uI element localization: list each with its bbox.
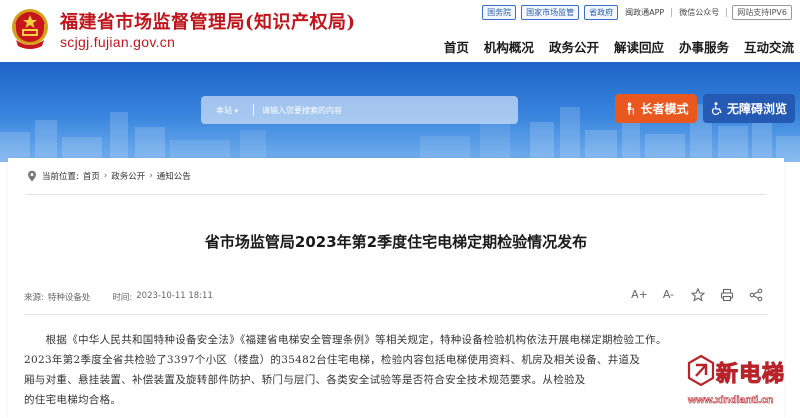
search-scope-label: 本站 [216,105,232,115]
watermark-name: 新电梯 [715,362,786,388]
font-smaller-button[interactable]: A- [660,286,677,303]
site-domain: scjgj.fujian.gov.cn [60,34,176,50]
breadcrumb-item-gov-info[interactable]: 政务公开 [111,170,145,182]
article-body: 根据《中华人民共和国特种设备安全法》《福建省电梯安全管理条例》等相关规定，特种设… [24,330,764,410]
search-scope-select[interactable]: 本站 ▾ [201,105,253,116]
share-button[interactable] [747,286,764,303]
link-state-council[interactable]: 国务院 [482,5,517,20]
article-meta: 来源: 特种设备处 时间: 2023-10-11 18:11 [24,291,213,303]
favorite-button[interactable] [689,286,706,303]
nav-item-interaction[interactable]: 互动交流 [744,37,794,56]
article-tools: A+ A- [631,286,764,303]
share-icon [749,288,762,301]
star-icon [690,287,705,302]
watermark: 新电梯 www.xindianti.cn [686,350,798,416]
article-panel: 当前位置: 首页 › 政务公开 › 通知公告 省市场监管局2023年第2季度住宅… [8,158,784,418]
time-value: 2023-10-11 18:11 [136,291,213,301]
article-line: 根据《中华人民共和国特种设备安全法》《福建省电梯安全管理条例》等相关规定，特种设… [24,334,667,346]
barrier-free-label: 无障碍浏览 [726,102,787,116]
source-label: 来源: [24,293,44,303]
top-links-bar: 国务院 国家市场监管 省政府 闽政通APP 微信公众号 网站支持IPV6 [482,5,792,20]
link-samr[interactable]: 国家市场监管 [521,5,580,20]
time-label: 时间: [112,293,133,303]
nav-item-about[interactable]: 机构概况 [484,37,534,56]
nav-item-gov-info[interactable]: 政务公开 [549,37,599,56]
elder-mode-label: 长者模式 [640,102,689,116]
article-line: 的住宅电梯均合格。 [24,394,122,406]
article-title: 省市场监管局2023年第2季度住宅电梯定期检验情况发布 [204,233,588,251]
banner: 本站 ▾ 长者模式 无障碍浏览 [0,62,800,162]
wheelchair-icon [711,102,722,115]
ipv6-badge: 网站支持IPV6 [732,5,792,20]
site-header: 福建省市场监督管理局(知识产权局) scjgj.fujian.gov.cn 国务… [0,0,800,62]
article-line: 2023年第2季度全省共检验了3397个小区（楼盘）的35482台住宅电梯，检验… [24,354,641,366]
breadcrumb-separator: › [149,171,153,181]
location-pin-icon [28,170,36,182]
source-value: 特种设备处 [47,293,91,303]
breadcrumb-item-home[interactable]: 首页 [83,170,100,182]
link-wechat[interactable]: 微信公众号 [677,6,721,19]
watermark-url: www.xindianti.cn [688,394,774,407]
print-button[interactable] [718,286,735,303]
site-title[interactable]: 福建省市场监督管理局(知识产权局) [60,8,356,34]
font-larger-button[interactable]: A+ [631,286,648,303]
divider [26,194,766,195]
main-nav: 首页 机构概况 政务公开 解读回应 办事服务 互动交流 [444,37,794,56]
elder-mode-button[interactable]: 长者模式 [615,94,697,123]
divider [726,8,728,17]
breadcrumb-item-notices[interactable]: 通知公告 [157,170,191,182]
printer-icon [720,288,733,301]
breadcrumb: 当前位置: 首页 › 政务公开 › 通知公告 [26,170,191,182]
search-box[interactable]: 本站 ▾ [201,96,518,124]
font-smaller-icon: A- [662,288,675,301]
breadcrumb-separator: › [103,171,108,181]
barrier-free-button[interactable]: 无障碍浏览 [703,94,795,123]
watermark-logo-icon [687,354,715,387]
article-line: 厢与对重、悬挂装置、补偿装置及旋转部件防护、轿门与层门、各类安全试验等是否符合安… [24,374,586,386]
breadcrumb-prefix: 当前位置: [42,172,79,182]
divider [671,8,673,17]
chevron-down-icon: ▾ [234,106,239,115]
nav-item-home[interactable]: 首页 [444,37,469,56]
divider [253,104,254,116]
elder-mode-icon [627,102,635,115]
divider [24,314,768,315]
nav-item-services[interactable]: 办事服务 [679,37,729,56]
search-input[interactable] [262,105,518,115]
national-emblem-icon [12,9,48,49]
link-app[interactable]: 闽政通APP [623,6,666,19]
link-provincial-gov[interactable]: 省政府 [584,5,619,20]
font-larger-icon: A+ [631,288,648,301]
nav-item-interpretation[interactable]: 解读回应 [614,37,664,56]
